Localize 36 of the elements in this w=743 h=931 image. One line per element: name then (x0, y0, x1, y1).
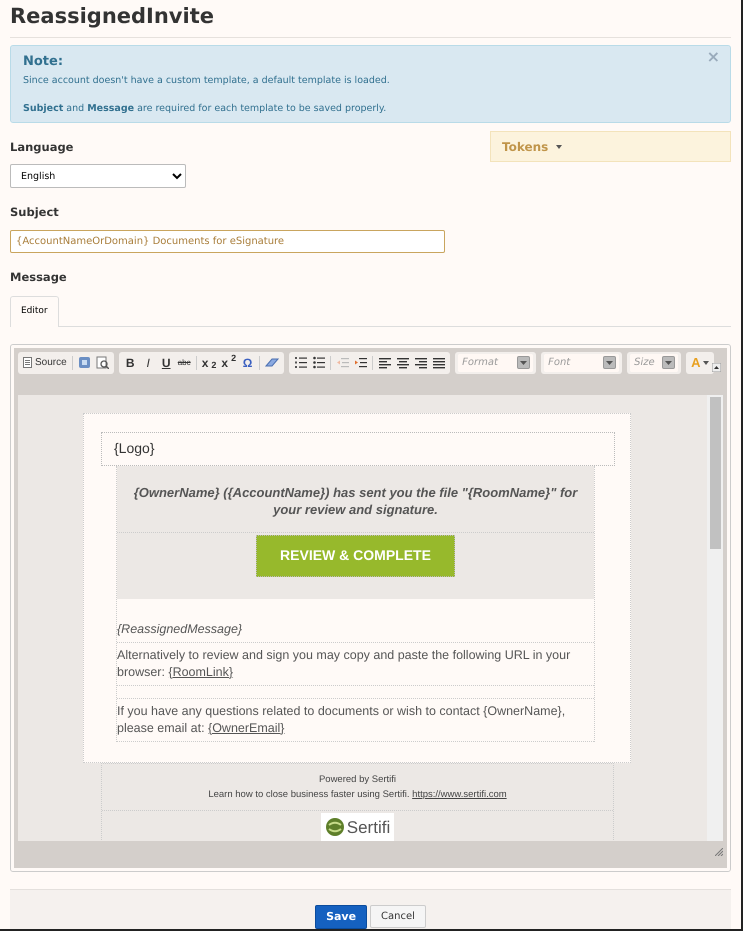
brand-logo: Sertifi (320, 812, 394, 840)
field-label: Language (10, 139, 74, 156)
editor-tab[interactable]: Editor (10, 296, 59, 326)
resize-handle-icon[interactable] (715, 848, 723, 856)
bold-button[interactable]: B (122, 354, 139, 372)
alert-text: Since account doesn't have a custom template, a default template is loaded. (23, 74, 391, 88)
footer-text: Learn how to close business faster using Sertifi. https://www.sertifi.com (207, 788, 508, 802)
footer-text: Powered by Sertifi (318, 772, 398, 786)
scroll-up-icon[interactable] (712, 362, 721, 372)
caret-icon (556, 144, 562, 148)
script-button[interactable]: x$^{2}$ (219, 354, 238, 372)
message-cell[interactable]: {ReassignedMessage} (117, 598, 594, 642)
link[interactable]: {OwnerEmail} (208, 720, 284, 734)
field-label: Subject (10, 204, 60, 222)
save-button[interactable]: Save (315, 904, 368, 929)
paragraph-text: If you have any questions related to documents or wish to contact {OwnerName}, please email at: {OwnerEmail} (117, 704, 566, 734)
field-label: Message (10, 268, 68, 286)
symbol-button[interactable]: Ω (239, 354, 256, 372)
italic-button[interactable]: I (140, 354, 157, 372)
bulleted-list-icon[interactable] (310, 354, 328, 372)
subject-field[interactable]: {AccountNameOrDomain} Documents for eSignature (10, 230, 445, 253)
language-select[interactable]: English (10, 164, 186, 188)
headline-text: {OwnerName} ({AccountName}) has sent you the file "{RoomName}" for your review and signature. (134, 484, 578, 516)
underline-button[interactable]: U (158, 354, 175, 372)
paragraph-text: Alternatively to review and sign you may copy and paste the following URL in your browser: {RoomLink} (117, 648, 570, 678)
document-icon (23, 357, 32, 368)
website-link[interactable]: https://www.sertifi.com (412, 788, 507, 800)
alert-heading: Note: (23, 53, 64, 71)
script-button[interactable]: x$_{2}$ (200, 354, 218, 372)
cancel-button[interactable]: Cancel (370, 904, 426, 928)
link[interactable]: {RoomLink} (168, 664, 234, 678)
preview-icon[interactable] (94, 354, 111, 372)
scrollbar[interactable] (707, 394, 723, 840)
page-title: ReassignedInvite (10, 3, 215, 29)
strikethrough-button[interactable]: abc (176, 354, 193, 372)
alert-text: Subject and Message are required for each template to be saved properly. (23, 102, 388, 116)
